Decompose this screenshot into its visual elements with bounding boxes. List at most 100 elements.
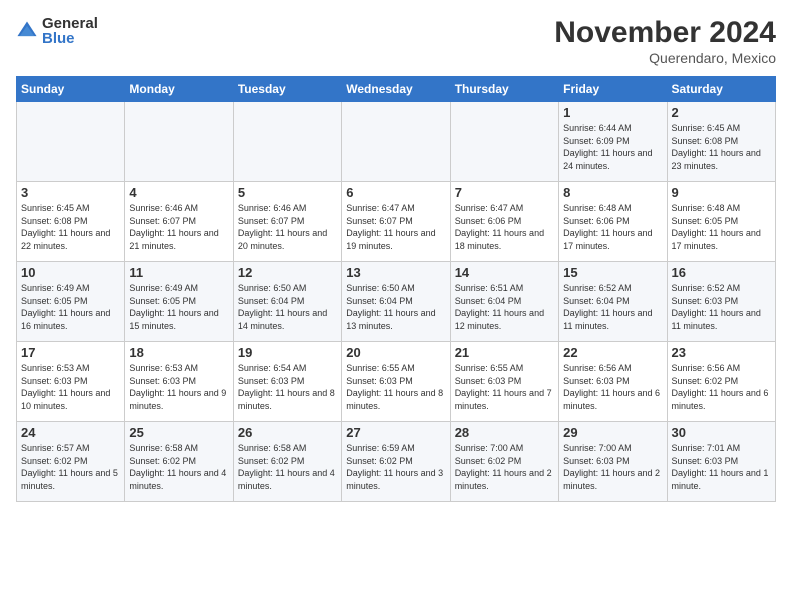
- day-info: Sunrise: 6:46 AM Sunset: 6:07 PM Dayligh…: [129, 202, 228, 252]
- col-thursday: Thursday: [450, 77, 558, 102]
- day-number: 29: [563, 425, 662, 440]
- calendar-week-row: 17 Sunrise: 6:53 AM Sunset: 6:03 PM Dayli…: [17, 342, 776, 422]
- day-info: Sunrise: 7:00 AM Sunset: 6:03 PM Dayligh…: [563, 442, 662, 492]
- calendar-day-cell: 5 Sunrise: 6:46 AM Sunset: 6:07 PM Daylig…: [233, 182, 341, 262]
- day-number: 12: [238, 265, 337, 280]
- day-info: Sunrise: 6:55 AM Sunset: 6:03 PM Dayligh…: [346, 362, 445, 412]
- day-info: Sunrise: 6:54 AM Sunset: 6:03 PM Dayligh…: [238, 362, 337, 412]
- day-number: 9: [672, 185, 771, 200]
- calendar-day-cell: 4 Sunrise: 6:46 AM Sunset: 6:07 PM Daylig…: [125, 182, 233, 262]
- calendar-day-cell: 22 Sunrise: 6:56 AM Sunset: 6:03 PM Dayli…: [559, 342, 667, 422]
- day-info: Sunrise: 6:47 AM Sunset: 6:07 PM Dayligh…: [346, 202, 445, 252]
- day-info: Sunrise: 6:48 AM Sunset: 6:05 PM Dayligh…: [672, 202, 771, 252]
- month-title: November 2024: [554, 16, 776, 50]
- day-number: 8: [563, 185, 662, 200]
- calendar-day-cell: [342, 102, 450, 182]
- calendar-day-cell: 14 Sunrise: 6:51 AM Sunset: 6:04 PM Dayli…: [450, 262, 558, 342]
- day-info: Sunrise: 6:58 AM Sunset: 6:02 PM Dayligh…: [238, 442, 337, 492]
- day-info: Sunrise: 7:00 AM Sunset: 6:02 PM Dayligh…: [455, 442, 554, 492]
- col-friday: Friday: [559, 77, 667, 102]
- day-number: 18: [129, 345, 228, 360]
- calendar-day-cell: 13Sunrise: 6:50 AM Sunset: 6:04 PM Dayli…: [342, 262, 450, 342]
- calendar-day-cell: 1 Sunrise: 6:44 AM Sunset: 6:09 PM Daylig…: [559, 102, 667, 182]
- day-info: Sunrise: 6:53 AM Sunset: 6:03 PM Dayligh…: [21, 362, 120, 412]
- calendar-day-cell: 3 Sunrise: 6:45 AM Sunset: 6:08 PM Daylig…: [17, 182, 125, 262]
- col-sunday: Sunday: [17, 77, 125, 102]
- day-number: 21: [455, 345, 554, 360]
- calendar-week-row: 24Sunrise: 6:57 AM Sunset: 6:02 PM Dayli…: [17, 422, 776, 502]
- calendar-day-cell: 19Sunrise: 6:54 AM Sunset: 6:03 PM Dayli…: [233, 342, 341, 422]
- day-info: Sunrise: 6:51 AM Sunset: 6:04 PM Dayligh…: [455, 282, 554, 332]
- logo-blue: Blue: [42, 31, 98, 46]
- location: Querendaro, Mexico: [554, 50, 776, 66]
- day-number: 14: [455, 265, 554, 280]
- calendar-day-cell: 28 Sunrise: 7:00 AM Sunset: 6:02 PM Dayli…: [450, 422, 558, 502]
- day-info: Sunrise: 6:46 AM Sunset: 6:07 PM Dayligh…: [238, 202, 337, 252]
- calendar-day-cell: 15Sunrise: 6:52 AM Sunset: 6:04 PM Dayli…: [559, 262, 667, 342]
- day-number: 10: [21, 265, 120, 280]
- calendar-day-cell: [17, 102, 125, 182]
- day-number: 26: [238, 425, 337, 440]
- day-number: 7: [455, 185, 554, 200]
- day-info: Sunrise: 6:56 AM Sunset: 6:03 PM Dayligh…: [563, 362, 662, 412]
- day-info: Sunrise: 6:56 AM Sunset: 6:02 PM Dayligh…: [672, 362, 771, 412]
- calendar-table: Sunday Monday Tuesday Wednesday Thursday…: [16, 76, 776, 502]
- calendar-day-cell: 7 Sunrise: 6:47 AM Sunset: 6:06 PM Daylig…: [450, 182, 558, 262]
- calendar-day-cell: [233, 102, 341, 182]
- day-info: Sunrise: 6:58 AM Sunset: 6:02 PM Dayligh…: [129, 442, 228, 492]
- calendar-day-cell: 26 Sunrise: 6:58 AM Sunset: 6:02 PM Dayli…: [233, 422, 341, 502]
- day-info: Sunrise: 6:44 AM Sunset: 6:09 PM Dayligh…: [563, 122, 662, 172]
- calendar-day-cell: 21 Sunrise: 6:55 AM Sunset: 6:03 PM Dayli…: [450, 342, 558, 422]
- calendar-day-cell: 27 Sunrise: 6:59 AM Sunset: 6:02 PM Dayli…: [342, 422, 450, 502]
- day-number: 4: [129, 185, 228, 200]
- calendar-week-row: 1 Sunrise: 6:44 AM Sunset: 6:09 PM Daylig…: [17, 102, 776, 182]
- day-number: 27: [346, 425, 445, 440]
- calendar-week-row: 3 Sunrise: 6:45 AM Sunset: 6:08 PM Daylig…: [17, 182, 776, 262]
- day-number: 6: [346, 185, 445, 200]
- day-number: 17: [21, 345, 120, 360]
- day-number: 23: [672, 345, 771, 360]
- calendar-day-cell: 6 Sunrise: 6:47 AM Sunset: 6:07 PM Daylig…: [342, 182, 450, 262]
- calendar-day-cell: [125, 102, 233, 182]
- logo-general: General: [42, 16, 98, 31]
- day-info: Sunrise: 6:49 AM Sunset: 6:05 PM Dayligh…: [21, 282, 120, 332]
- day-info: Sunrise: 7:01 AM Sunset: 6:03 PM Dayligh…: [672, 442, 771, 492]
- logo-icon: [16, 20, 38, 42]
- day-info: Sunrise: 6:52 AM Sunset: 6:03 PM Dayligh…: [672, 282, 771, 332]
- calendar-day-cell: 23 Sunrise: 6:56 AM Sunset: 6:02 PM Dayli…: [667, 342, 775, 422]
- day-number: 1: [563, 105, 662, 120]
- calendar-day-cell: 8 Sunrise: 6:48 AM Sunset: 6:06 PM Daylig…: [559, 182, 667, 262]
- calendar-day-cell: 29 Sunrise: 7:00 AM Sunset: 6:03 PM Dayli…: [559, 422, 667, 502]
- calendar-day-cell: 9 Sunrise: 6:48 AM Sunset: 6:05 PM Daylig…: [667, 182, 775, 262]
- day-number: 15: [563, 265, 662, 280]
- day-number: 5: [238, 185, 337, 200]
- day-number: 16: [672, 265, 771, 280]
- calendar-week-row: 10 Sunrise: 6:49 AM Sunset: 6:05 PM Dayli…: [17, 262, 776, 342]
- day-info: Sunrise: 6:48 AM Sunset: 6:06 PM Dayligh…: [563, 202, 662, 252]
- day-info: Sunrise: 6:45 AM Sunset: 6:08 PM Dayligh…: [21, 202, 120, 252]
- day-number: 2: [672, 105, 771, 120]
- day-number: 3: [21, 185, 120, 200]
- calendar-day-cell: 12 Sunrise: 6:50 AM Sunset: 6:04 PM Dayli…: [233, 262, 341, 342]
- calendar-day-cell: 30 Sunrise: 7:01 AM Sunset: 6:03 PM Dayli…: [667, 422, 775, 502]
- header-row: Sunday Monday Tuesday Wednesday Thursday…: [17, 77, 776, 102]
- calendar-day-cell: 16 Sunrise: 6:52 AM Sunset: 6:03 PM Dayli…: [667, 262, 775, 342]
- day-number: 25: [129, 425, 228, 440]
- day-info: Sunrise: 6:50 AM Sunset: 6:04 PM Dayligh…: [238, 282, 337, 332]
- day-info: Sunrise: 6:47 AM Sunset: 6:06 PM Dayligh…: [455, 202, 554, 252]
- day-number: 20: [346, 345, 445, 360]
- day-number: 28: [455, 425, 554, 440]
- col-tuesday: Tuesday: [233, 77, 341, 102]
- day-number: 22: [563, 345, 662, 360]
- title-block: November 2024 Querendaro, Mexico: [554, 16, 776, 66]
- day-info: Sunrise: 6:53 AM Sunset: 6:03 PM Dayligh…: [129, 362, 228, 412]
- day-info: Sunrise: 6:59 AM Sunset: 6:02 PM Dayligh…: [346, 442, 445, 492]
- col-saturday: Saturday: [667, 77, 775, 102]
- col-monday: Monday: [125, 77, 233, 102]
- calendar-day-cell: [450, 102, 558, 182]
- day-number: 11: [129, 265, 228, 280]
- day-info: Sunrise: 6:55 AM Sunset: 6:03 PM Dayligh…: [455, 362, 554, 412]
- day-number: 30: [672, 425, 771, 440]
- day-info: Sunrise: 6:50 AM Sunset: 6:04 PM Dayligh…: [346, 282, 445, 332]
- day-info: Sunrise: 6:45 AM Sunset: 6:08 PM Dayligh…: [672, 122, 771, 172]
